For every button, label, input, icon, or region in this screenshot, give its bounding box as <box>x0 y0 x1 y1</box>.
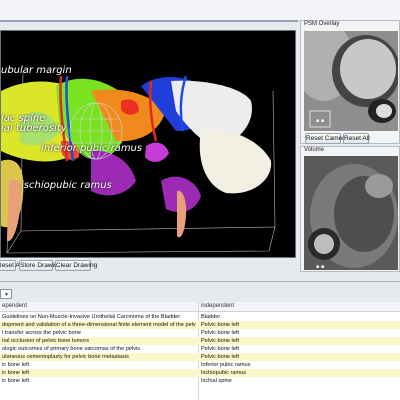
table-row[interactable]: l transfer across the pelvic bone Pelvic … <box>0 329 400 337</box>
label-ischiopubic-ramus: ischiopubic ramus <box>21 180 112 191</box>
column-header-dependent[interactable]: ependent <box>2 303 27 309</box>
viewer-toolbar: Reset All Store Drawing Clear Drawing <box>0 260 298 272</box>
cell-independent: Ischiopubic ramus <box>201 370 247 376</box>
cell-dependent: ologic outcomes of primary bone sarcomas… <box>2 346 141 352</box>
cell-dependent: ic bone left <box>2 362 30 368</box>
table-row[interactable]: rial occlusion of pelvic bone tumors Pelv… <box>0 337 400 345</box>
cell-independent: Pelvic bone left <box>201 354 239 360</box>
table-row[interactable]: ic bone left Ischial spine <box>0 377 400 385</box>
cell-dependent: dopment and validation of a three-dimens… <box>2 322 196 328</box>
clear-drawing-button[interactable]: Clear Drawing <box>55 260 97 271</box>
table-row[interactable]: ologic outcomes of primary bone sarcomas… <box>0 345 400 353</box>
cell-dependent: ic bone left <box>2 370 30 376</box>
label-acetabular-margin: ubular margin <box>1 65 72 76</box>
label-inferior-pubic-ramus: inferior pubic ramus <box>41 143 143 154</box>
overlay-reset-all-button[interactable]: Reset All <box>343 133 370 144</box>
cell-dependent: l transfer across the pelvic bone <box>2 330 81 336</box>
table-row[interactable]: Guidelines on Non-Muscle-Invasive Urothe… <box>0 313 400 321</box>
column-header-independent[interactable]: independent <box>201 303 234 309</box>
table-row[interactable]: dopment and validation of a three-dimens… <box>0 321 400 329</box>
column-select-dropdown[interactable]: ▼ <box>0 289 12 299</box>
cell-independent: Pelvic bone left <box>201 346 239 352</box>
cell-dependent: utaneous cementoplasty for pelvic bone m… <box>2 354 129 360</box>
table-row[interactable]: ic bone left Inferior pubic ramus <box>0 361 400 369</box>
toolbar-divider <box>0 20 298 22</box>
reset-camera-button[interactable]: Reset Camera <box>305 133 348 144</box>
cell-dependent: rial occlusion of pelvic bone tumors <box>2 338 90 344</box>
cell-independent: Ischial spine <box>201 378 232 384</box>
table-header: ependent independent <box>0 302 400 312</box>
top-toolbar <box>0 0 400 22</box>
chevron-down-icon: ▼ <box>4 292 9 298</box>
cell-dependent: ic bone left <box>2 378 30 384</box>
volume-title: Volume <box>304 147 325 153</box>
store-drawing-button[interactable]: Store Drawing <box>19 260 61 271</box>
anatomy-3d-viewer[interactable]: ubular margin iac spine ial tuberosity i… <box>0 30 296 258</box>
ct-slice-overlay: ▪ ▪ <box>304 31 398 131</box>
section-divider <box>0 281 400 282</box>
cell-independent: Pelvic bone left <box>201 338 239 344</box>
svg-text:▪ ▪: ▪ ▪ <box>316 264 324 270</box>
cell-independent: Pelvic bone left <box>201 322 239 328</box>
ct-volume-slice: ▪ ▪ <box>304 156 398 270</box>
cell-independent: Bladder <box>201 314 221 320</box>
psm-overlay-title: PSM Overlay <box>304 21 340 27</box>
cell-independent: Inferior pubic ramus <box>201 362 251 368</box>
cell-independent: Pelvic bone left <box>201 330 239 336</box>
table-row[interactable]: utaneous cementoplasty for pelvic bone m… <box>0 353 400 361</box>
volume-view[interactable]: ▪ ▪ <box>304 156 398 270</box>
psm-overlay-panel: PSM Overlay ▪ ▪ Reset Camera Reset All <box>300 20 400 144</box>
cell-dependent: Guidelines on Non-Muscle-Invasive Urothe… <box>2 314 181 320</box>
volume-panel: Volume ▪ ▪ <box>300 146 400 272</box>
label-ischial-tuberosity: ial tuberosity <box>1 123 67 134</box>
table-row[interactable]: ic bone left Ischiopubic ramus <box>0 369 400 377</box>
svg-text:▪ ▪: ▪ ▪ <box>316 118 324 124</box>
app-window: ubular margin iac spine ial tuberosity i… <box>0 0 400 400</box>
psm-overlay-view[interactable]: ▪ ▪ <box>304 31 398 131</box>
results-table: ependent independent Guidelines on Non-M… <box>0 302 400 400</box>
reset-all-button[interactable]: Reset All <box>0 260 23 271</box>
